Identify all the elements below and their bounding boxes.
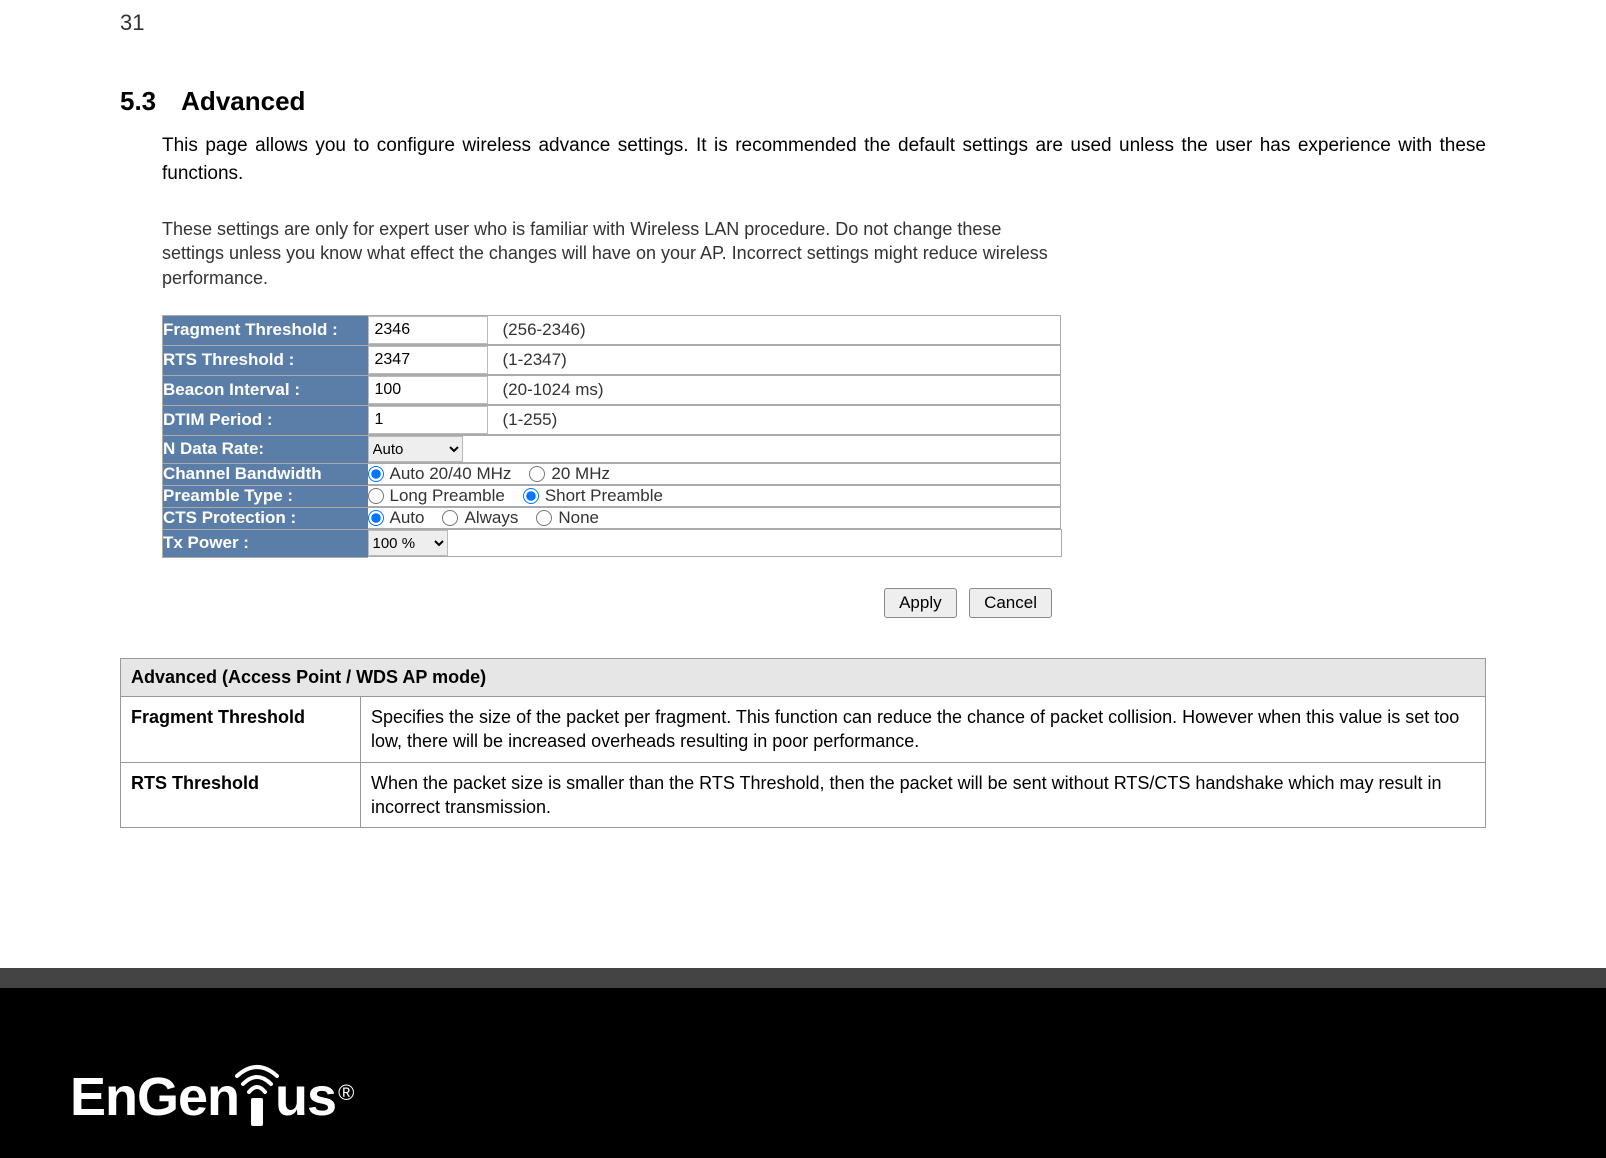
rts-threshold-range: (1-2347) — [503, 350, 567, 370]
desc-label-rts: RTS Threshold — [121, 762, 361, 828]
preamble-radio-long[interactable] — [368, 488, 384, 504]
dtim-period-range: (1-255) — [503, 410, 558, 430]
desc-text-fragment: Specifies the size of the packet per fra… — [361, 696, 1486, 762]
label-n-data-rate: N Data Rate: — [163, 435, 368, 463]
label-rts-threshold: RTS Threshold : — [163, 345, 368, 375]
engenius-logo: EnGen us ® — [70, 1066, 354, 1128]
desc-label-fragment: Fragment Threshold — [121, 696, 361, 762]
footer-bar: EnGen us ® — [0, 968, 1606, 1158]
preamble-radio-short[interactable] — [523, 488, 539, 504]
fragment-threshold-input[interactable] — [368, 316, 488, 344]
apply-button[interactable]: Apply — [884, 588, 957, 618]
cts-radio-always[interactable] — [442, 510, 458, 526]
dtim-period-input[interactable] — [368, 406, 488, 434]
label-cts-protection: CTS Protection : — [163, 507, 368, 529]
preamble-label-short: Short Preamble — [545, 486, 663, 506]
cts-label-none: None — [558, 508, 599, 528]
label-channel-bandwidth: Channel Bandwidth — [163, 463, 368, 485]
page-number: 31 — [120, 10, 1486, 36]
table-row: Fragment Threshold Specifies the size of… — [121, 696, 1486, 762]
description-table-header: Advanced (Access Point / WDS AP mode) — [121, 658, 1486, 696]
fragment-threshold-range: (256-2346) — [503, 320, 586, 340]
beacon-interval-input[interactable] — [368, 376, 488, 404]
label-beacon-interval: Beacon Interval : — [163, 375, 368, 405]
rts-threshold-input[interactable] — [368, 346, 488, 374]
cancel-button[interactable]: Cancel — [969, 588, 1052, 618]
channel-bandwidth-radio-20[interactable] — [529, 466, 545, 482]
table-row: RTS Threshold When the packet size is sm… — [121, 762, 1486, 828]
settings-table: Fragment Threshold : (256-2346) RTS Thre… — [162, 315, 1062, 558]
section-title: Advanced — [181, 86, 305, 116]
label-fragment-threshold: Fragment Threshold : — [163, 315, 368, 345]
desc-text-rts: When the packet size is smaller than the… — [361, 762, 1486, 828]
preamble-label-long: Long Preamble — [390, 486, 505, 506]
beacon-interval-range: (20-1024 ms) — [503, 380, 604, 400]
warning-text: These settings are only for expert user … — [162, 217, 1062, 290]
logo-text-part1: EnGen — [70, 1066, 239, 1128]
logo-text-part2: us — [275, 1066, 336, 1128]
label-tx-power: Tx Power : — [163, 529, 368, 557]
cts-radio-auto[interactable] — [368, 510, 384, 526]
description-table: Advanced (Access Point / WDS AP mode) Fr… — [120, 658, 1486, 828]
section-number: 5.3 — [120, 86, 156, 116]
tx-power-select[interactable]: 100 % — [368, 530, 448, 556]
label-dtim-period: DTIM Period : — [163, 405, 368, 435]
label-preamble-type: Preamble Type : — [163, 485, 368, 507]
n-data-rate-select[interactable]: Auto — [368, 436, 463, 462]
section-heading: 5.3 Advanced — [120, 86, 1486, 117]
cts-label-auto: Auto — [390, 508, 425, 528]
channel-bandwidth-label-auto: Auto 20/40 MHz — [390, 464, 512, 484]
wifi-icon — [237, 1068, 277, 1128]
intro-paragraph: This page allows you to configure wirele… — [162, 132, 1486, 187]
registered-icon: ® — [338, 1080, 354, 1106]
channel-bandwidth-label-20: 20 MHz — [551, 464, 610, 484]
channel-bandwidth-radio-auto[interactable] — [368, 466, 384, 482]
cts-label-always: Always — [464, 508, 518, 528]
cts-radio-none[interactable] — [536, 510, 552, 526]
